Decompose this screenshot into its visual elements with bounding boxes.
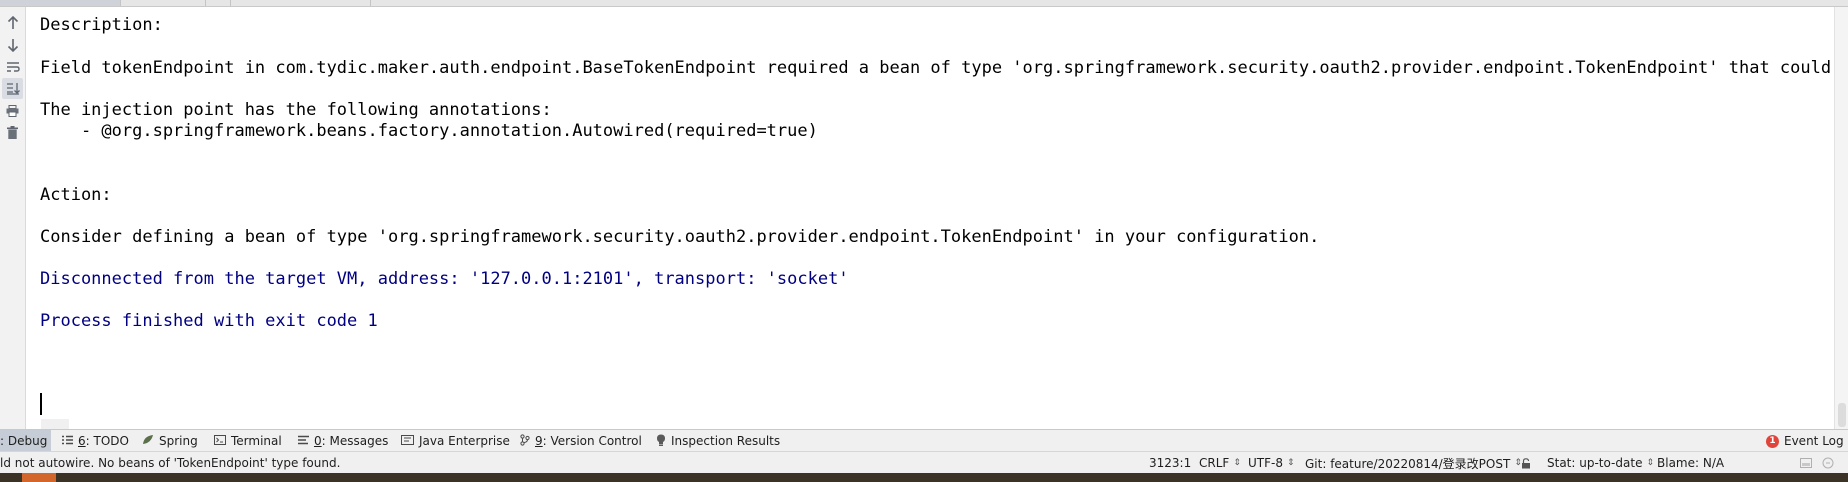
tab-inspection-results[interactable]: Inspection Results: [656, 430, 780, 452]
text-caret: [40, 393, 42, 415]
os-taskbar: [0, 473, 1848, 482]
tab-label: : TODO: [85, 434, 129, 448]
tab-number: 9: [535, 434, 543, 448]
tab-messages[interactable]: 0: Messages: [298, 430, 388, 452]
scroll-marker: [41, 419, 69, 429]
taskbar-app-icon[interactable]: [22, 473, 56, 482]
tool-window-bar: : Debug 6: TODO Spring Terminal 0: Messa…: [0, 429, 1848, 452]
up-arrow-icon[interactable]: [2, 12, 23, 33]
tab-version-control[interactable]: 9: Version Control: [520, 430, 642, 452]
line-separator-selector[interactable]: CRLF ⇕: [1199, 452, 1241, 474]
tab-number: 0: [314, 434, 322, 448]
tab-java-enterprise[interactable]: Java Enterprise: [401, 430, 510, 452]
tab-label: Terminal: [231, 434, 282, 448]
todo-icon: [62, 434, 73, 448]
trash-icon[interactable]: [2, 122, 23, 143]
tab-todo[interactable]: 6: TODO: [62, 430, 129, 452]
status-bar: ld not autowire. No beans of 'TokenEndpo…: [0, 451, 1848, 474]
scroll-to-end-icon[interactable]: [2, 78, 23, 99]
soft-wrap-icon[interactable]: [2, 56, 23, 77]
editor-tab[interactable]: [230, 0, 371, 6]
encoding-selector[interactable]: UTF-8 ⇕: [1248, 452, 1295, 474]
terminal-icon: [214, 434, 226, 448]
blame-status[interactable]: Blame: N/A: [1657, 452, 1724, 474]
tab-label: : Version Control: [542, 434, 642, 448]
event-log-button[interactable]: 1 Event Log: [1766, 430, 1844, 452]
tab-label: : Messages: [321, 434, 389, 448]
tab-spring[interactable]: Spring: [142, 430, 198, 452]
line-separator-label: CRLF: [1199, 456, 1230, 470]
messages-icon: [298, 434, 309, 448]
spring-icon: [142, 434, 154, 448]
scrollbar-thumb[interactable]: [1838, 403, 1846, 427]
editor-tab-strip: [0, 0, 1848, 7]
tab-terminal[interactable]: Terminal: [214, 430, 282, 452]
chevron-updown-icon: ⇕: [1646, 458, 1654, 468]
vcs-status[interactable]: Stat: up-to-date ⇕: [1547, 452, 1654, 474]
encoding-label: UTF-8: [1248, 456, 1283, 470]
console-line: Consider defining a bean of type 'org.sp…: [40, 227, 1320, 247]
tab-label: Inspection Results: [671, 434, 781, 448]
tab-label: Java Enterprise: [419, 434, 510, 448]
tab-debug[interactable]: : Debug: [0, 430, 52, 452]
editor-tab[interactable]: [0, 0, 121, 6]
lock-icon[interactable]: [1521, 452, 1531, 474]
event-log-badge: 1: [1766, 434, 1779, 448]
console-line: - @org.springframework.beans.factory.ann…: [40, 121, 818, 141]
tab-label: Spring: [159, 434, 198, 448]
console-output[interactable]: Description: Field tokenEndpoint in com.…: [26, 7, 1834, 429]
version-control-icon: [520, 433, 530, 449]
tab-label: : Debug: [0, 434, 48, 448]
vertical-scrollbar[interactable]: [1834, 7, 1848, 429]
event-log-label: Event Log: [1784, 434, 1844, 448]
vcs-status-label: Stat: up-to-date: [1547, 456, 1643, 470]
memory-indicator-icon[interactable]: [1800, 452, 1812, 474]
console-line: Action:: [40, 185, 112, 205]
console-line: Description:: [40, 15, 163, 35]
chevron-updown-icon: ⇕: [1286, 458, 1295, 468]
status-message[interactable]: ld not autowire. No beans of 'TokenEndpo…: [0, 452, 340, 474]
console-line: The injection point has the following an…: [40, 100, 552, 120]
down-arrow-icon[interactable]: [2, 34, 23, 55]
chevron-updown-icon: ⇕: [1233, 458, 1241, 468]
java-enterprise-icon: [401, 434, 414, 448]
console-line: Process finished with exit code 1: [40, 311, 378, 331]
print-icon[interactable]: [2, 100, 23, 121]
editor-tab[interactable]: [120, 0, 206, 6]
git-branch-label: Git: feature/20220814/登录改POST: [1305, 456, 1511, 471]
editor-tab[interactable]: [205, 0, 231, 6]
inspection-icon: [656, 434, 666, 449]
console-line: Field tokenEndpoint in com.tydic.maker.a…: [40, 58, 1834, 78]
git-branch-selector[interactable]: Git: feature/20220814/登录改POST ⇕: [1305, 452, 1522, 474]
notifications-icon[interactable]: [1822, 452, 1834, 474]
console-line: Disconnected from the target VM, address…: [40, 269, 849, 289]
caret-position[interactable]: 3123:1: [1149, 452, 1191, 474]
console-toolbar: [0, 7, 26, 429]
tab-number: 6: [78, 434, 86, 448]
